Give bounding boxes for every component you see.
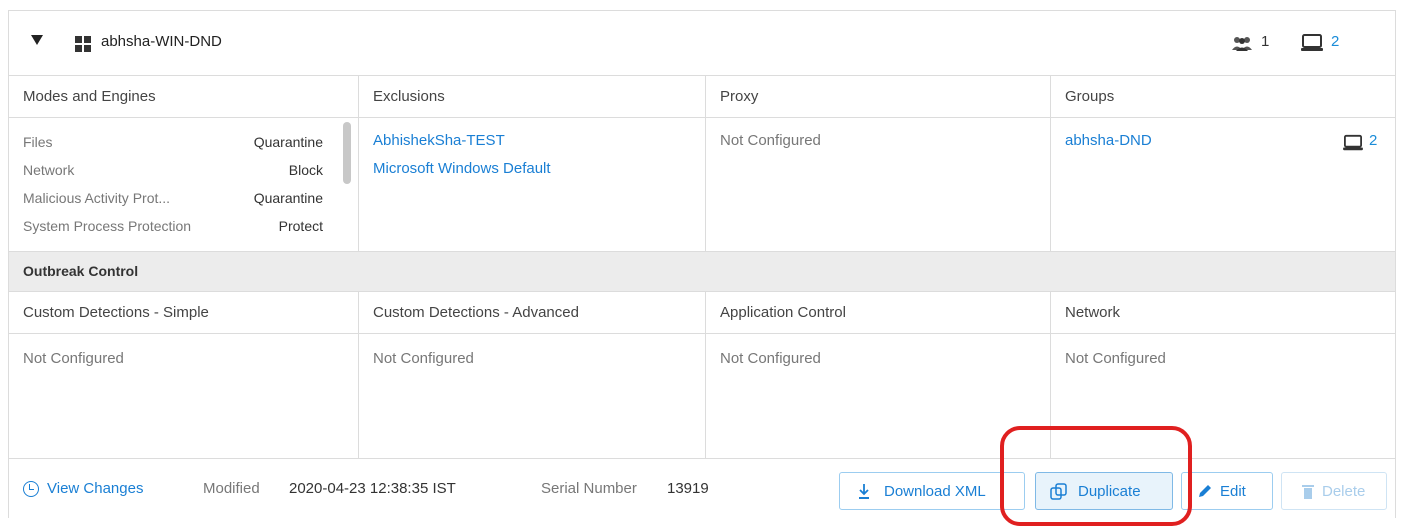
- app-control-cell: Not Configured: [706, 334, 1051, 458]
- mode-row: Network Block: [23, 162, 323, 178]
- modified-label: Modified: [203, 480, 260, 497]
- col-header-exclusions: Exclusions: [359, 76, 706, 117]
- download-xml-button[interactable]: Download XML: [839, 472, 1025, 510]
- users-count: 1: [1261, 33, 1270, 50]
- custom-advanced-cell: Not Configured: [359, 334, 706, 458]
- mode-value: Protect: [278, 218, 323, 234]
- groups-cell: abhsha-DND 2: [1051, 118, 1397, 251]
- pencil-icon: [1199, 485, 1211, 497]
- proxy-cell: Not Configured: [706, 118, 1051, 251]
- mode-label: Network: [23, 162, 75, 178]
- mode-label: Malicious Activity Prot...: [23, 190, 171, 206]
- col-header-proxy: Proxy: [706, 76, 1051, 117]
- windows-icon: [75, 36, 91, 52]
- proxy-value: Not Configured: [720, 132, 821, 149]
- modes-and-engines-cell: Files Quarantine Network Block Malicious…: [9, 118, 359, 251]
- col-header-groups: Groups: [1065, 88, 1115, 105]
- custom-simple-cell: Not Configured: [9, 334, 359, 458]
- delete-button[interactable]: Delete: [1281, 472, 1387, 510]
- mode-row: System Process Protection Protect: [23, 218, 323, 234]
- modified-value: 2020-04-23 12:38:35 IST: [289, 480, 456, 497]
- computer-icon: [1343, 134, 1363, 151]
- col-header-custom-simple: Custom Detections - Simple: [9, 292, 359, 333]
- mode-value: Quarantine: [253, 134, 323, 150]
- col-header-custom-advanced: Custom Detections - Advanced: [359, 292, 706, 333]
- serial-number-value: 13919: [667, 480, 709, 497]
- button-label: Delete: [1322, 483, 1366, 500]
- clock-icon[interactable]: [23, 481, 39, 497]
- config-table-header: Modes and Engines Exclusions Proxy Group…: [9, 75, 1395, 117]
- exclusions-cell: AbhishekSha-TEST Microsoft Windows Defau…: [359, 118, 706, 251]
- col-header-modes: Modes and Engines: [9, 76, 359, 117]
- cell-value: Not Configured: [373, 350, 474, 367]
- outbreak-control-header: Outbreak Control: [9, 251, 1395, 291]
- collapse-caret-icon[interactable]: [31, 35, 43, 45]
- mode-label: System Process Protection: [23, 218, 192, 234]
- config-table-body: Files Quarantine Network Block Malicious…: [9, 117, 1395, 251]
- edit-button[interactable]: Edit: [1181, 472, 1273, 510]
- col-header-network: Network: [1065, 304, 1121, 321]
- section-title: Outbreak Control: [23, 263, 139, 279]
- mode-row: Malicious Activity Prot... Quarantine: [23, 190, 323, 206]
- mode-row: Files Quarantine: [23, 134, 323, 150]
- outbreak-table-header: Custom Detections - Simple Custom Detect…: [9, 291, 1395, 333]
- button-label: Download XML: [884, 483, 986, 500]
- view-changes-link[interactable]: View Changes: [47, 480, 143, 497]
- mode-label: Files: [23, 134, 53, 150]
- cell-value: Not Configured: [1065, 350, 1166, 367]
- group-link[interactable]: abhsha-DND: [1065, 132, 1152, 149]
- annotation-highlight-circle: [1000, 426, 1192, 526]
- trash-icon: [1302, 485, 1314, 499]
- serial-number-label: Serial Number: [541, 480, 637, 497]
- mode-value: Quarantine: [253, 190, 323, 206]
- policy-header: abhsha-WIN-DND 1 2: [9, 11, 1395, 75]
- group-computers-count[interactable]: 2: [1369, 132, 1377, 149]
- exclusion-link[interactable]: Microsoft Windows Default: [373, 160, 551, 177]
- users-icon: [1232, 37, 1252, 51]
- mode-value: Block: [288, 162, 323, 178]
- computers-count-link[interactable]: 2: [1331, 33, 1339, 50]
- cell-value: Not Configured: [23, 350, 124, 367]
- cell-value: Not Configured: [720, 350, 821, 367]
- computer-icon: [1301, 34, 1323, 51]
- exclusion-link[interactable]: AbhishekSha-TEST: [373, 132, 505, 149]
- button-label: Edit: [1220, 483, 1246, 500]
- col-header-app-control: Application Control: [706, 292, 1051, 333]
- download-icon: [859, 484, 869, 499]
- scrollbar-thumb[interactable]: [343, 122, 351, 184]
- policy-title: abhsha-WIN-DND: [101, 33, 222, 50]
